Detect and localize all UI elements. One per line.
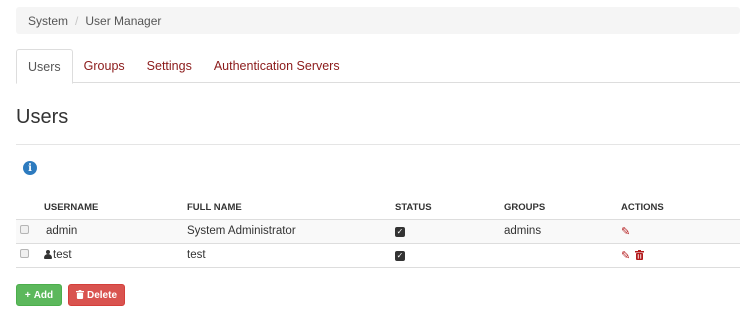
groups-cell (504, 243, 621, 268)
breadcrumb-separator: / (75, 13, 79, 28)
info-icon[interactable]: i (23, 161, 37, 175)
page-title: Users (16, 106, 69, 128)
delete-button-label: Delete (86, 289, 117, 301)
add-button-label: Add (33, 289, 54, 301)
row-select-checkbox[interactable] (20, 225, 29, 234)
pencil-icon[interactable]: ✎ (621, 226, 630, 238)
table-header-row: USERNAME FULL NAME STATUS GROUPS ACTIONS (16, 197, 740, 220)
column-header-username: USERNAME (44, 197, 187, 220)
tab-users[interactable]: Users (16, 49, 73, 84)
trash-icon (75, 289, 84, 301)
tab-settings[interactable]: Settings (136, 49, 203, 83)
status-checked-icon: ✓ (395, 251, 405, 261)
tab-bar: Users Groups Settings Authentication Ser… (16, 49, 740, 84)
column-header-full-name: FULL NAME (187, 197, 395, 220)
breadcrumb-item-user-manager: User Manager (85, 13, 162, 28)
user-icon (44, 250, 52, 259)
add-button[interactable]: + Add (16, 284, 62, 306)
tab-authentication-servers[interactable]: Authentication Servers (203, 49, 351, 83)
pencil-icon[interactable]: ✎ (621, 250, 630, 262)
column-header-status: STATUS (395, 197, 504, 220)
row-select-checkbox[interactable] (20, 249, 29, 258)
plus-icon: + (24, 289, 31, 301)
column-header-actions: ACTIONS (621, 197, 740, 220)
full-name-cell: System Administrator (187, 219, 395, 244)
table-row: test test ✓ ✎ (16, 243, 740, 268)
breadcrumb-item-system[interactable]: System (28, 14, 68, 28)
username-cell: test (53, 249, 72, 261)
username-cell: admin (46, 225, 78, 237)
status-checked-icon: ✓ (395, 227, 405, 237)
select-column-header (16, 197, 44, 220)
delete-button[interactable]: Delete (68, 284, 125, 306)
table-row: admin System Administrator ✓ admins ✎ (16, 219, 740, 244)
trash-icon[interactable] (635, 249, 645, 262)
breadcrumb: System / User Manager (16, 7, 740, 34)
full-name-cell: test (187, 243, 395, 268)
groups-cell: admins (504, 219, 621, 244)
tab-groups[interactable]: Groups (73, 49, 136, 83)
users-table: USERNAME FULL NAME STATUS GROUPS ACTIONS… (16, 197, 740, 268)
heading-divider (16, 144, 740, 145)
column-header-groups: GROUPS (504, 197, 621, 220)
